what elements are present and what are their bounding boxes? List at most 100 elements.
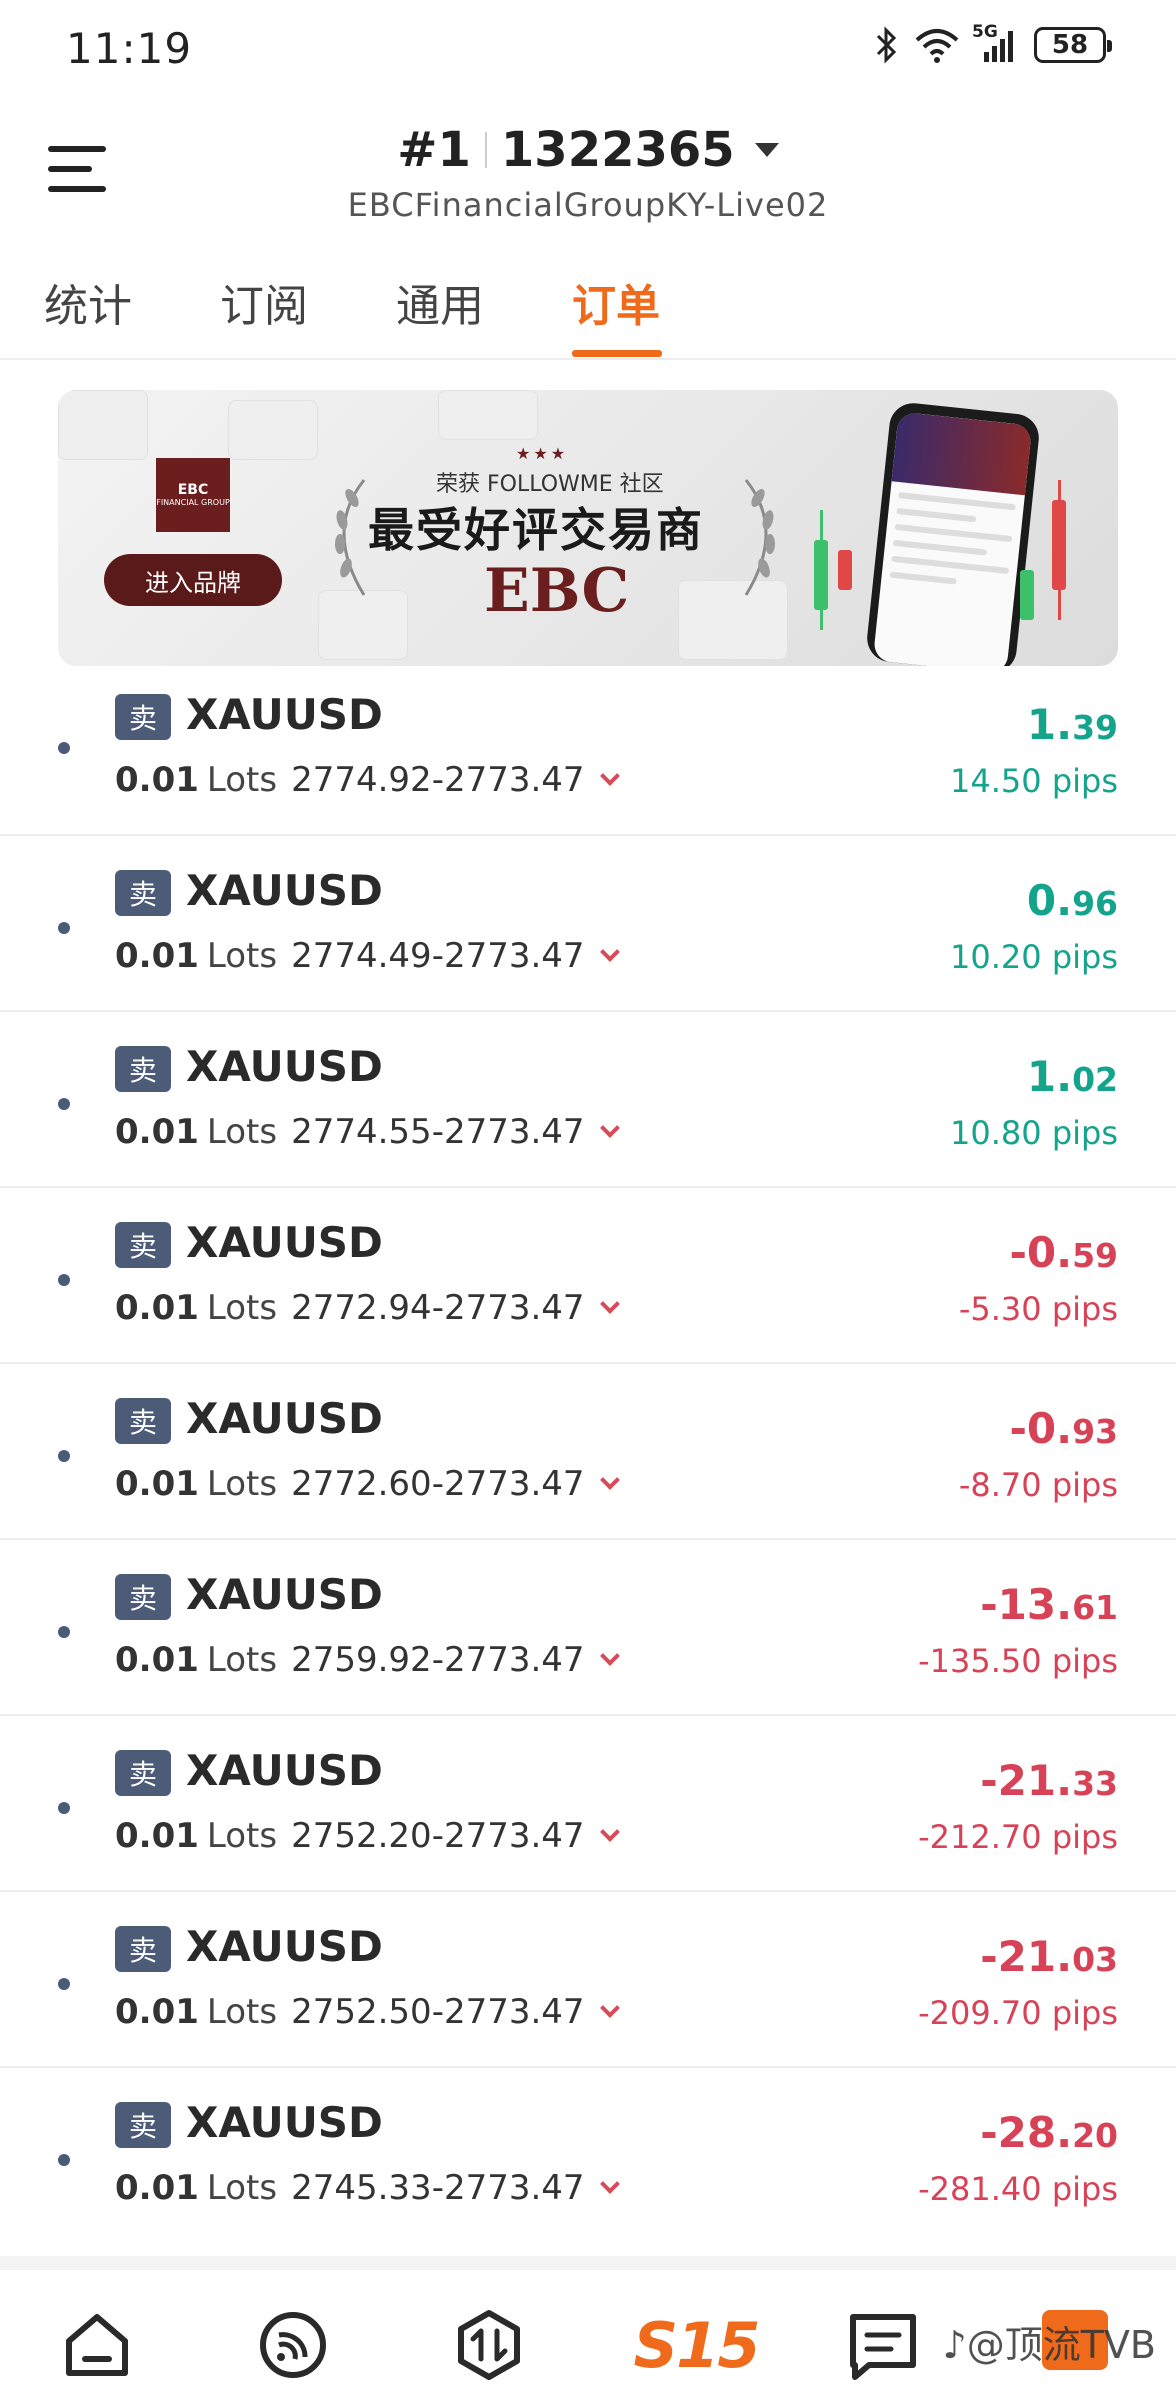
tab-subscription[interactable]: 订阅: [220, 270, 308, 334]
app-header: #1 1322365 EBCFinancialGroupKY-Live02: [0, 100, 1176, 250]
order-lots: 0.01: [115, 1288, 199, 1328]
promo-banner[interactable]: EBC FINANCIAL GROUP 进入品牌 ★★★ 荣获 FOLLOWME…: [58, 390, 1118, 666]
account-selector[interactable]: #1 1322365: [0, 122, 1176, 178]
sell-badge: 卖: [115, 1222, 171, 1268]
chevron-down-icon[interactable]: [599, 1470, 620, 1490]
price-range: 2752.20-2773.47: [291, 1816, 585, 1856]
order-details: 0.01 Lots 2745.33-2773.47: [115, 2168, 620, 2208]
candle-icon: [814, 540, 828, 610]
profit-int: -28.: [980, 2108, 1073, 2157]
chevron-down-icon[interactable]: [599, 1998, 620, 2018]
chevron-down-icon[interactable]: [599, 1646, 620, 1666]
nav-trade[interactable]: [444, 2300, 534, 2390]
order-profit: -13.61: [980, 1580, 1118, 1629]
price-range: 2772.94-2773.47: [291, 1288, 585, 1328]
profit-dec: 93: [1072, 1412, 1118, 1451]
profit-int: 1.: [1026, 1052, 1073, 1101]
nav-feed[interactable]: [248, 2300, 338, 2390]
order-symbol: XAUUSD: [186, 1218, 383, 1267]
price-range: 2772.60-2773.47: [291, 1464, 585, 1504]
nav-messages[interactable]: [838, 2300, 928, 2390]
row-dot: [58, 2154, 70, 2166]
sell-badge: 卖: [115, 694, 171, 740]
order-lots: 0.01: [115, 760, 199, 800]
profit-dec: 61: [1072, 1588, 1118, 1627]
chevron-down-icon[interactable]: [599, 766, 620, 786]
status-bar: 11:19 5G 58: [0, 0, 1176, 100]
chevron-down-icon[interactable]: [599, 942, 620, 962]
order-row[interactable]: 卖 XAUUSD 0.01 Lots 2752.20-2773.47 -21.33 …: [0, 1716, 1176, 1892]
order-lots: 0.01: [115, 1992, 199, 2032]
candle-icon: [1052, 500, 1066, 590]
order-profit: 1.39: [1027, 700, 1118, 749]
order-symbol: XAUUSD: [186, 1394, 383, 1443]
order-pips: 14.50 pips: [950, 762, 1118, 800]
order-pips: 10.20 pips: [950, 938, 1118, 976]
sell-badge: 卖: [115, 1750, 171, 1796]
order-lots: 0.01: [115, 1816, 199, 1856]
order-pips: -135.50 pips: [918, 1642, 1118, 1680]
enter-brand-button[interactable]: 进入品牌: [104, 554, 282, 606]
sell-badge: 卖: [115, 1398, 171, 1444]
order-symbol: XAUUSD: [186, 1746, 383, 1795]
price-range: 2774.49-2773.47: [291, 936, 585, 976]
order-details: 0.01 Lots 2752.50-2773.47: [115, 1992, 620, 2032]
row-dot: [58, 1626, 70, 1638]
order-details: 0.01 Lots 2772.94-2773.47: [115, 1288, 620, 1328]
order-row[interactable]: 卖 XAUUSD 0.01 Lots 2759.92-2773.47 -13.61 …: [0, 1540, 1176, 1716]
laurel-right-icon: [744, 479, 775, 596]
order-symbol: XAUUSD: [186, 2098, 383, 2147]
order-row[interactable]: 卖 XAUUSD 0.01 Lots 2745.33-2773.47 -28.20 …: [0, 2068, 1176, 2244]
order-profit: -0.59: [1009, 1228, 1118, 1277]
sell-badge: 卖: [115, 870, 171, 916]
order-details: 0.01 Lots 2774.55-2773.47: [115, 1112, 620, 1152]
order-lots: 0.01: [115, 936, 199, 976]
order-row[interactable]: 卖 XAUUSD 0.01 Lots 2772.60-2773.47 -0.93 -…: [0, 1364, 1176, 1540]
brand-logo-text: EBC: [177, 482, 209, 498]
profit-dec: 20: [1072, 2116, 1118, 2155]
order-details: 0.01 Lots 2772.60-2773.47: [115, 1464, 620, 1504]
lots-label: Lots: [206, 2168, 278, 2208]
order-pips: -5.30 pips: [958, 1290, 1118, 1328]
tab-bar: 统计 订阅 通用 订单: [0, 260, 1176, 360]
order-row[interactable]: 卖 XAUUSD 0.01 Lots 2774.49-2773.47 0.96 10…: [0, 836, 1176, 1012]
order-lots: 0.01: [115, 1464, 199, 1504]
order-row[interactable]: 卖 XAUUSD 0.01 Lots 2752.50-2773.47 -21.03 …: [0, 1892, 1176, 2068]
profit-dec: 96: [1072, 884, 1118, 923]
bluetooth-icon: [876, 26, 897, 64]
lots-label: Lots: [206, 1288, 278, 1328]
tab-orders[interactable]: 订单: [572, 270, 660, 334]
award-brand: EBC: [484, 556, 630, 626]
s15-icon: S15: [633, 2308, 761, 2382]
order-row[interactable]: 卖 XAUUSD 0.01 Lots 2774.55-2773.47 1.02 10…: [0, 1012, 1176, 1188]
tab-general[interactable]: 通用: [396, 270, 484, 334]
watermark: ♪@顶流TVB: [942, 2323, 1156, 2367]
order-lots: 0.01: [115, 2168, 199, 2208]
chevron-down-icon[interactable]: [599, 2174, 620, 2194]
stars-icon: ★★★: [516, 444, 569, 463]
active-tab-indicator: [572, 350, 662, 357]
chevron-down-icon[interactable]: [599, 1822, 620, 1842]
message-icon: [850, 2314, 916, 2380]
chevron-down-icon[interactable]: [599, 1294, 620, 1314]
profit-int: -0.: [1009, 1404, 1073, 1453]
order-row[interactable]: 卖 XAUUSD 0.01 Lots 2774.92-2773.47 1.39 14…: [0, 690, 1176, 836]
lots-label: Lots: [206, 1816, 278, 1856]
order-profit: -0.93: [1009, 1404, 1118, 1453]
candle-icon: [838, 550, 852, 590]
lots-label: Lots: [206, 936, 278, 976]
account-id: 1322365: [500, 122, 735, 178]
order-row[interactable]: 卖 XAUUSD 0.01 Lots 2772.94-2773.47 -0.59 -…: [0, 1188, 1176, 1364]
profit-dec: 59: [1072, 1236, 1118, 1275]
order-pips: -281.40 pips: [918, 2170, 1118, 2208]
lots-label: Lots: [206, 1992, 278, 2032]
chevron-down-icon[interactable]: [599, 1118, 620, 1138]
award-title: 最受好评交易商: [368, 503, 704, 557]
nav-s15[interactable]: S15: [633, 2300, 761, 2390]
order-pips: -8.70 pips: [958, 1466, 1118, 1504]
lots-label: Lots: [206, 1464, 278, 1504]
row-dot: [58, 922, 70, 934]
price-range: 2774.55-2773.47: [291, 1112, 585, 1152]
nav-home[interactable]: [52, 2300, 142, 2390]
tab-statistics[interactable]: 统计: [44, 270, 132, 334]
